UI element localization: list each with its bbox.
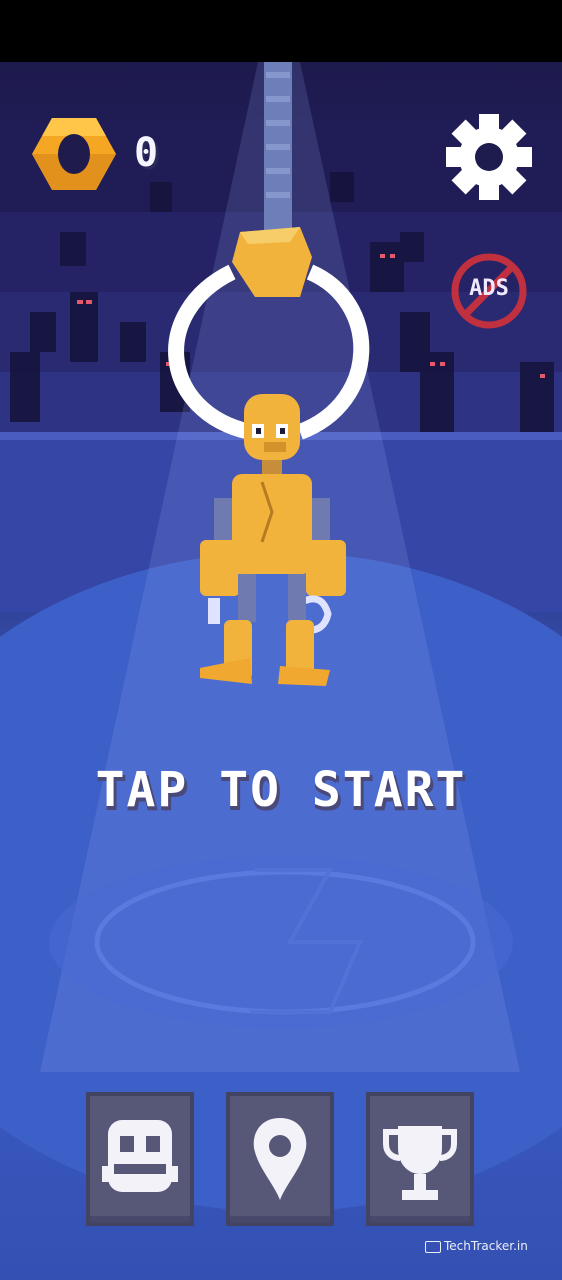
leaderboard-button[interactable] xyxy=(366,1092,474,1226)
coin-count: 0 xyxy=(134,130,159,176)
no-ads-label: ADS xyxy=(469,276,509,301)
hex-nut-icon xyxy=(32,118,116,190)
watermark: TechTracker.in xyxy=(425,1238,528,1254)
watermark-text: TechTracker.in xyxy=(444,1239,528,1253)
map-pin-icon xyxy=(253,1118,307,1200)
gear-icon xyxy=(446,114,532,200)
map-button[interactable] xyxy=(226,1092,334,1226)
status-bar xyxy=(0,0,562,62)
settings-button[interactable] xyxy=(444,112,534,202)
no-ads-button[interactable]: ADS xyxy=(450,252,528,330)
robots-button[interactable] xyxy=(86,1092,194,1226)
trophy-icon xyxy=(383,1126,457,1200)
tap-to-start-prompt[interactable]: TAP TO START xyxy=(60,760,502,820)
robot-face-icon xyxy=(102,1120,178,1192)
browser-icon xyxy=(425,1240,441,1253)
game-scene[interactable]: 0 ADS TAP TO START TechTracker.in xyxy=(0,62,562,1280)
